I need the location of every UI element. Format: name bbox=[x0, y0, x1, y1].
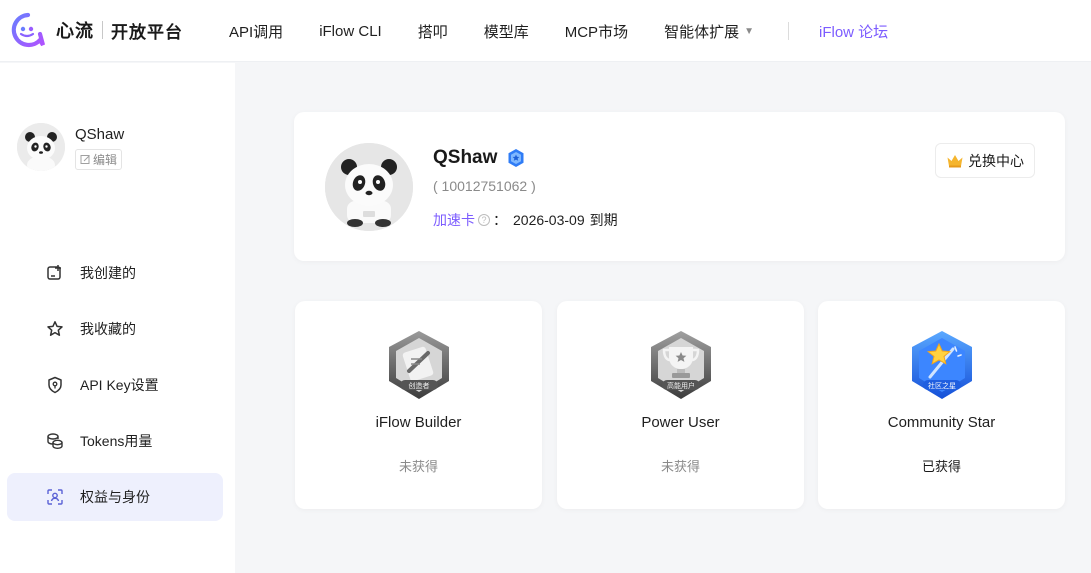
builder-badge-text: 创造者 bbox=[408, 381, 429, 390]
sidebar-item-created[interactable]: 我创建的 bbox=[7, 249, 223, 297]
community-star-badge-text: 社区之星 bbox=[928, 381, 956, 390]
badge-card-community-star: 社区之星 Community Star 已获得 bbox=[818, 301, 1065, 509]
nav-agent-extension[interactable]: 智能体扩展 ▼ bbox=[664, 21, 754, 42]
sidebar-item-label: 我收藏的 bbox=[80, 321, 136, 337]
profile-name-row: QShaw bbox=[433, 147, 525, 169]
coins-icon bbox=[47, 433, 63, 450]
nav-iflow-cli[interactable]: iFlow CLI bbox=[319, 23, 382, 40]
nav-model-library[interactable]: 模型库 bbox=[484, 21, 529, 42]
nav-dakou[interactable]: 搭叩 bbox=[418, 21, 448, 42]
top-nav-bar: 心流 开放平台 API调用 iFlow CLI 搭叩 模型库 MCP市场 智能体… bbox=[0, 0, 1091, 62]
redeem-center-label: 兑换中心 bbox=[968, 152, 1024, 169]
sidebar-item-label: Tokens用量 bbox=[80, 433, 153, 449]
community-star-badge-icon: 社区之星 bbox=[911, 331, 972, 399]
sidebar-item-api-key[interactable]: API Key设置 bbox=[7, 361, 223, 409]
nav-forum-label: iFlow 论坛 bbox=[819, 23, 889, 41]
profile-user-id: ( 10012751062 ) bbox=[433, 178, 536, 194]
star-icon bbox=[47, 321, 63, 336]
sidebar-menu: 我创建的 我收藏的 API Key设置 Tokens用量 权益与身份 bbox=[7, 249, 223, 529]
shield-key-icon bbox=[48, 376, 62, 394]
nav-mcp-market[interactable]: MCP市场 bbox=[565, 21, 628, 42]
logo-icon bbox=[11, 12, 46, 48]
edit-profile-label: 编辑 bbox=[93, 153, 118, 167]
sidebar-user: QShaw 编辑 bbox=[17, 123, 124, 171]
profile-avatar[interactable] bbox=[325, 143, 413, 231]
sidebar-user-name: QShaw bbox=[75, 126, 125, 143]
nav-dakou-label: 搭叩 bbox=[417, 23, 448, 41]
accel-card-row: 加速卡 ? ： 2026-03-09 到期 bbox=[433, 210, 618, 230]
expiry-date: 2026-03-09 bbox=[513, 212, 585, 228]
sidebar-item-benefits[interactable]: 权益与身份 bbox=[7, 473, 223, 521]
brand-divider bbox=[102, 21, 103, 39]
nav-model-library-label: 模型库 bbox=[483, 23, 529, 41]
panda-avatar-icon bbox=[17, 123, 65, 171]
sidebar-item-label: 权益与身份 bbox=[80, 489, 150, 505]
verified-badge-icon bbox=[508, 149, 524, 167]
main-nav: API调用 iFlow CLI 搭叩 模型库 MCP市场 智能体扩展 ▼ iFlo… bbox=[229, 0, 924, 62]
badge-card-power-user: 高能用户 Power User 未获得 bbox=[557, 301, 804, 509]
badge-title: Power User bbox=[641, 414, 720, 431]
profile-card: QShaw ( 10012751062 ) 加速卡 ? ： 2026-03-09… bbox=[294, 112, 1065, 261]
accel-card-link[interactable]: 加速卡 bbox=[433, 210, 475, 230]
builder-badge-icon: 创造者 bbox=[388, 331, 449, 399]
badge-title: iFlow Builder bbox=[375, 414, 462, 431]
expiry-suffix: 到期 bbox=[589, 212, 618, 228]
sidebar: QShaw 编辑 我创建的 我收藏的 API Key设置 Tokens用量 权益… bbox=[0, 63, 235, 573]
edit-profile-button[interactable]: 编辑 bbox=[75, 149, 123, 170]
brand-subtitle: 开放平台 bbox=[111, 22, 183, 42]
brand-name: 心流 bbox=[56, 21, 94, 41]
nav-api[interactable]: API调用 bbox=[229, 21, 283, 42]
create-icon bbox=[47, 265, 61, 280]
identity-icon bbox=[47, 489, 63, 505]
nav-iflow-cli-label: iFlow CLI bbox=[319, 22, 382, 40]
nav-forum[interactable]: iFlow 论坛 bbox=[819, 21, 888, 42]
trophy-badge-icon: 高能用户 bbox=[650, 331, 711, 399]
panda-avatar-icon bbox=[325, 143, 413, 231]
sidebar-item-label: 我创建的 bbox=[80, 265, 136, 281]
expiry-prefix: ： bbox=[493, 212, 507, 228]
nav-divider bbox=[788, 22, 789, 40]
help-icon[interactable]: ? bbox=[478, 214, 490, 226]
sidebar-item-favorites[interactable]: 我收藏的 bbox=[7, 305, 223, 353]
edit-icon bbox=[80, 155, 90, 164]
sidebar-item-tokens[interactable]: Tokens用量 bbox=[7, 417, 223, 465]
badge-status: 未获得 bbox=[398, 459, 438, 474]
badge-status: 未获得 bbox=[660, 459, 700, 474]
badge-card-builder: 创造者 iFlow Builder 未获得 bbox=[295, 301, 542, 509]
brand-logo[interactable]: 心流 开放平台 bbox=[10, 12, 183, 48]
power-user-badge-text: 高能用户 bbox=[667, 381, 695, 390]
caret-down-icon: ▼ bbox=[744, 25, 754, 37]
badge-status: 已获得 bbox=[921, 459, 961, 474]
crown-icon bbox=[947, 154, 963, 167]
nav-api-label: API调用 bbox=[229, 23, 284, 41]
avatar[interactable] bbox=[17, 123, 65, 171]
nav-mcp-market-label: MCP市场 bbox=[564, 23, 629, 41]
badge-title: Community Star bbox=[887, 414, 996, 431]
sidebar-item-label: API Key设置 bbox=[80, 377, 159, 393]
profile-name: QShaw bbox=[433, 147, 498, 168]
redeem-center-button[interactable]: 兑换中心 bbox=[935, 143, 1035, 178]
nav-agent-extension-label: 智能体扩展 bbox=[664, 23, 740, 41]
